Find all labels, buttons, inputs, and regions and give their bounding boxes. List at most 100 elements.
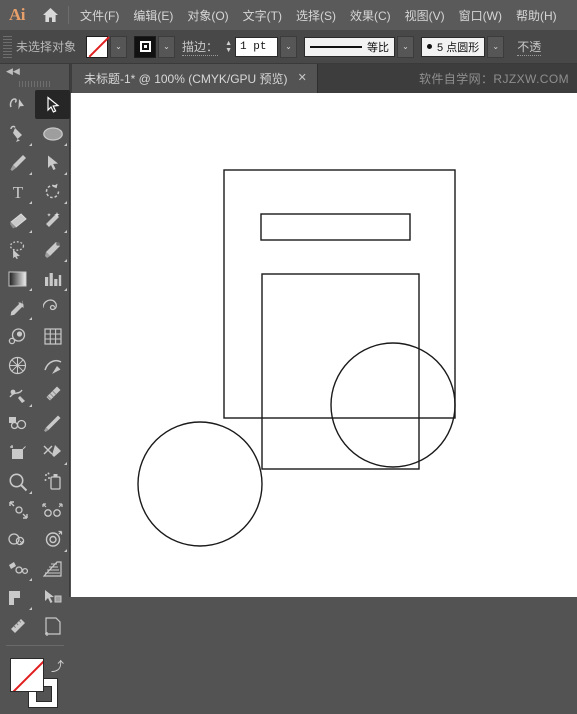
measure-tool[interactable] [0,612,35,641]
menu-item-edit[interactable]: 编辑(E) [126,3,180,28]
perspective-selection-tool[interactable] [35,554,70,583]
tools-collapse-button[interactable]: ◀◀ [0,64,69,78]
menu-item-select[interactable]: 选择(S) [289,3,343,28]
menu-item-type[interactable]: 文字(T) [236,3,289,28]
free-transform-tool[interactable] [0,525,35,554]
width-tool[interactable] [35,496,70,525]
fill-swatch-dropdown[interactable]: ⌄ [110,35,128,58]
zoom-tool-flyout-arrow [29,491,32,494]
menu-item-object[interactable]: 对象(O) [180,3,235,28]
brush-preview-dot [427,44,433,49]
blend-tool[interactable] [0,409,35,438]
slice-tool[interactable] [35,438,70,467]
document-tab-bar: 未标题-1* @ 100% (CMYK/GPU 预览) ✕ 软件自学网：RJZX… [0,64,577,93]
right-notehead-circle [330,342,456,468]
pen-tool[interactable] [0,119,35,148]
type-tool[interactable]: T [0,177,35,206]
eyedropper-tool[interactable] [0,293,35,322]
rotate-tool[interactable] [35,177,70,206]
scale-tool[interactable] [0,496,35,525]
close-icon[interactable]: ✕ [298,73,307,84]
fill-color-swatch[interactable] [86,35,109,58]
gradient-mesh-tool[interactable] [0,583,35,612]
magic-wand-tool-flyout-arrow [64,230,67,233]
menu-divider [68,6,69,24]
column-graph-tool-flyout-arrow [64,288,67,291]
eraser-tool[interactable] [0,206,35,235]
blob-brush-tool[interactable] [35,380,70,409]
pen-tool-flyout-arrow [29,143,32,146]
lasso-tool[interactable] [0,235,35,264]
brush-definition-dropdown[interactable]: ⌄ [487,35,505,58]
document-tab[interactable]: 未标题-1* @ 100% (CMYK/GPU 预览) ✕ [72,64,318,93]
beam-bar-rect [260,213,411,241]
stroke-weight-input[interactable]: 1 pt [235,36,279,57]
tools-divider [6,645,64,646]
stroke-profile-dropdown[interactable]: ⌄ [397,35,415,58]
canvas-area[interactable] [71,93,577,597]
stroke-profile-label: 等比 [367,41,390,54]
swap-fill-stroke-icon[interactable]: ⤴ [51,656,64,675]
selection-status-label: 未选择对象 [16,40,77,54]
puppet-warp-tool[interactable] [0,554,35,583]
fill-stroke-color-control: ⤴ [0,654,70,714]
eraser-tool-flyout-arrow [29,230,32,233]
artboard-add-tool[interactable] [35,612,70,641]
watermark-text: 软件自学网：RJZXW.COM [419,72,569,86]
magic-wand-tool[interactable] [35,206,70,235]
opacity-label[interactable]: 不透 [517,38,542,56]
home-icon[interactable] [34,0,66,30]
tools-panel-grip[interactable] [0,78,69,90]
menu-item-window[interactable]: 窗口(W) [452,3,509,28]
fill-color-proxy[interactable] [10,658,44,692]
menu-item-effect[interactable]: 效果(C) [343,3,398,28]
ellipse-tool[interactable] [35,119,70,148]
type-tool-flyout-arrow [29,201,32,204]
warp-tool[interactable] [0,380,35,409]
paintbrush-tool-flyout-arrow [29,172,32,175]
puppet-warp-tool-flyout-arrow [29,578,32,581]
selection-tool[interactable] [35,90,70,119]
svg-text:T: T [12,183,23,201]
left-notehead-circle [137,421,263,547]
stroke-weight-dropdown[interactable]: ⌄ [280,35,298,58]
menu-items: 文件(F) 编辑(E) 对象(O) 文字(T) 选择(S) 效果(C) 视图(V… [73,3,564,28]
menu-item-view[interactable]: 视图(V) [398,3,452,28]
slice-tool-flyout-arrow [64,462,67,465]
menu-item-help[interactable]: 帮助(H) [509,3,564,28]
gradient-tool-flyout-arrow [29,288,32,291]
gradient-tool[interactable] [0,264,35,293]
spiral-tool[interactable] [35,293,70,322]
music-note-outline-artwork [137,169,456,547]
brush-definition-label: 5 点圆形 [437,41,480,54]
curvature-tool[interactable] [35,235,70,264]
stroke-weight-label[interactable]: 描边： [182,38,219,56]
symbol-shifter-tool[interactable] [35,583,70,612]
document-tab-title: 未标题-1* @ 100% (CMYK/GPU 预览) [84,72,288,86]
zoom-tool[interactable] [0,467,35,496]
shape-builder-tool[interactable] [0,322,35,351]
shaper-tool[interactable] [0,90,35,119]
reshape-tool-flyout-arrow [64,549,67,552]
column-graph-tool[interactable] [35,264,70,293]
paintbrush-tool[interactable] [0,148,35,177]
stroke-profile-select[interactable]: 等比 [304,36,396,57]
eyedropper-tool-flyout-arrow [29,317,32,320]
direct-selection-tool[interactable] [35,148,70,177]
stroke-color-swatch[interactable] [134,35,157,58]
outer-flag-rect [223,169,456,419]
direct-selection-tool-flyout-arrow [64,172,67,175]
artboard-tool[interactable] [0,438,35,467]
stroke-weight-stepper[interactable]: ▲ ▼ [222,36,235,58]
symbol-sprayer-tool[interactable] [35,467,70,496]
stroke-swatch-dropdown[interactable]: ⌄ [158,35,176,58]
control-bar-grip[interactable] [3,35,12,58]
stroke-profile-preview [310,45,363,48]
brush-definition-select[interactable]: 5 点圆形 [421,36,486,57]
pencil-tool[interactable] [35,351,70,380]
knife-tool[interactable] [35,409,70,438]
menu-item-file[interactable]: 文件(F) [73,3,126,28]
grid-tool[interactable] [35,322,70,351]
reshape-tool[interactable] [35,525,70,554]
perspective-grid-tool[interactable] [0,351,35,380]
